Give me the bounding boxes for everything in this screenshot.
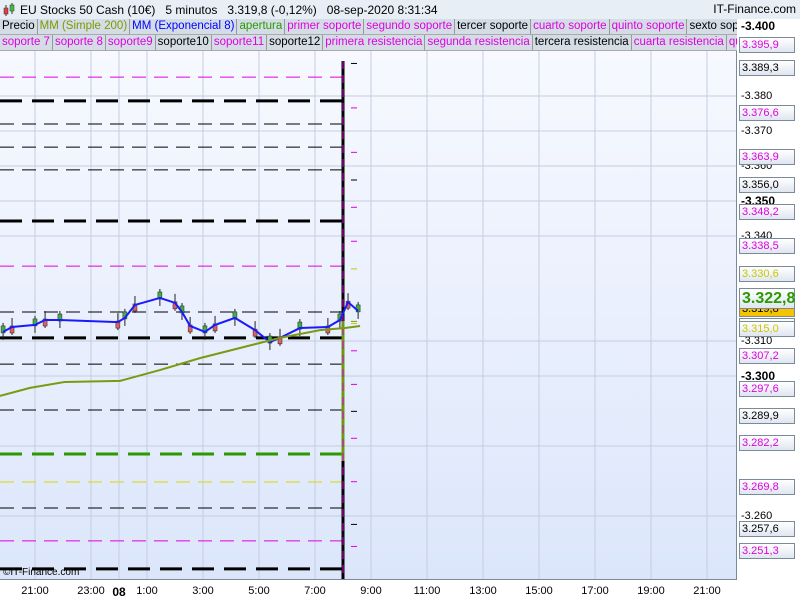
- legend-item[interactable]: tercera resistencia: [532, 35, 632, 51]
- price-level-label: 3.315,0: [739, 320, 795, 337]
- time-tick: 5:00: [248, 585, 270, 597]
- time-tick: 3:00: [192, 585, 214, 597]
- time-tick: 21:00: [21, 585, 49, 597]
- legend-item[interactable]: primera resistencia: [323, 35, 426, 51]
- price-level-label: 3.395,9: [739, 37, 795, 54]
- legend-row: Precio MM (Simple 200) MM (Exponencial 8) a…: [0, 19, 737, 35]
- price-tick: -3.300: [741, 369, 776, 383]
- price-tick: -3.400: [741, 19, 776, 33]
- chart-canvas: [0, 51, 736, 579]
- title-bar: EU Stocks 50 Cash (10€) 5 minutos 3.319,…: [0, 0, 800, 19]
- price-tick: -3.310: [741, 335, 773, 347]
- legend-item[interactable]: soporte 8: [52, 35, 106, 51]
- legend-item[interactable]: soporte11: [211, 35, 268, 51]
- time-tick: 17:00: [581, 585, 609, 597]
- legend-item[interactable]: sexto soporte: [687, 19, 737, 35]
- legend-item[interactable]: Precio: [0, 19, 38, 35]
- legend-item[interactable]: cuarta resistencia: [631, 35, 727, 51]
- legend-item[interactable]: soporte10: [155, 35, 212, 51]
- time-tick: 23:00: [77, 585, 105, 597]
- current-price-label: 3.322,8: [739, 288, 795, 310]
- price-level-label: 3.363,9: [739, 149, 795, 166]
- price-level-label: 3.257,6: [739, 521, 795, 538]
- time-tick: 11:00: [413, 585, 441, 597]
- legend-item[interactable]: apertura: [237, 19, 286, 35]
- price-tick: -3.380: [741, 90, 773, 102]
- price-tick: -3.260: [741, 510, 773, 522]
- legend-item[interactable]: soporte12: [267, 35, 324, 51]
- legend-item[interactable]: quinto soporte: [609, 19, 688, 35]
- price-level-label: 3.289,9: [739, 408, 795, 425]
- price-level-label: 3.269,8: [739, 478, 795, 495]
- copyright-label: ©IT-Finance.com: [3, 567, 80, 578]
- time-tick: 08: [112, 585, 126, 599]
- price-level-label: 3.330,6: [739, 265, 795, 282]
- indicator-legend: Precio MM (Simple 200) MM (Exponencial 8) a…: [0, 19, 737, 51]
- price-level-label: 3.297,6: [739, 381, 795, 398]
- time-tick: 7:00: [304, 585, 326, 597]
- price-level-label: 3.251,3: [739, 543, 795, 560]
- time-tick: 9:00: [360, 585, 382, 597]
- chart-title: EU Stocks 50 Cash (10€) 5 minutos 3.319,…: [20, 2, 438, 17]
- time-tick: 1:00: [136, 585, 158, 597]
- legend-item[interactable]: segunda resistencia: [425, 35, 533, 51]
- legend-item[interactable]: cuarto soporte: [531, 19, 610, 35]
- price-level-label: 3.348,2: [739, 204, 795, 221]
- legend-item[interactable]: primer soporte: [285, 19, 365, 35]
- legend-item[interactable]: MM (Exponencial 8): [130, 19, 238, 35]
- price-level-label: 3.356,0: [739, 177, 795, 193]
- time-axis[interactable]: 21:00 23:00 08 1:00 3:00 5:00 7:00 9:00 11:00 13:…: [0, 580, 737, 600]
- legend-item[interactable]: quinta: [726, 35, 737, 51]
- legend-item[interactable]: soporte 7: [0, 35, 53, 51]
- time-tick: 13:00: [469, 585, 497, 597]
- brand-link[interactable]: IT-Finance.com: [713, 2, 796, 16]
- chart-plot-area[interactable]: [0, 51, 737, 580]
- price-axis[interactable]: -3.400 -3.380 -3.370 -3.360 -3.350 -3.340 -3.3…: [737, 19, 800, 600]
- time-tick: 19:00: [637, 585, 665, 597]
- price-level-label: 3.338,5: [739, 238, 795, 255]
- price-level-label: 3.389,3: [739, 60, 795, 77]
- price-level-label: 3.282,2: [739, 435, 795, 452]
- price-level-label: 3.307,2: [739, 347, 795, 364]
- legend-item[interactable]: MM (Simple 200): [37, 19, 131, 35]
- candlestick-icon: [3, 3, 15, 16]
- series-mm-exponencial-8-: [2, 296, 359, 344]
- legend-row: soporte 7 soporte 8 soporte9 soporte10 sopor…: [0, 35, 737, 51]
- time-tick: 21:00: [693, 585, 721, 597]
- legend-item[interactable]: soporte9: [105, 35, 156, 51]
- legend-item[interactable]: segundo soporte: [364, 19, 456, 35]
- legend-item[interactable]: tercer soporte: [455, 19, 532, 35]
- price-tick: -3.370: [741, 125, 773, 137]
- time-tick: 15:00: [525, 585, 553, 597]
- price-level-label: 3.376,6: [739, 104, 795, 121]
